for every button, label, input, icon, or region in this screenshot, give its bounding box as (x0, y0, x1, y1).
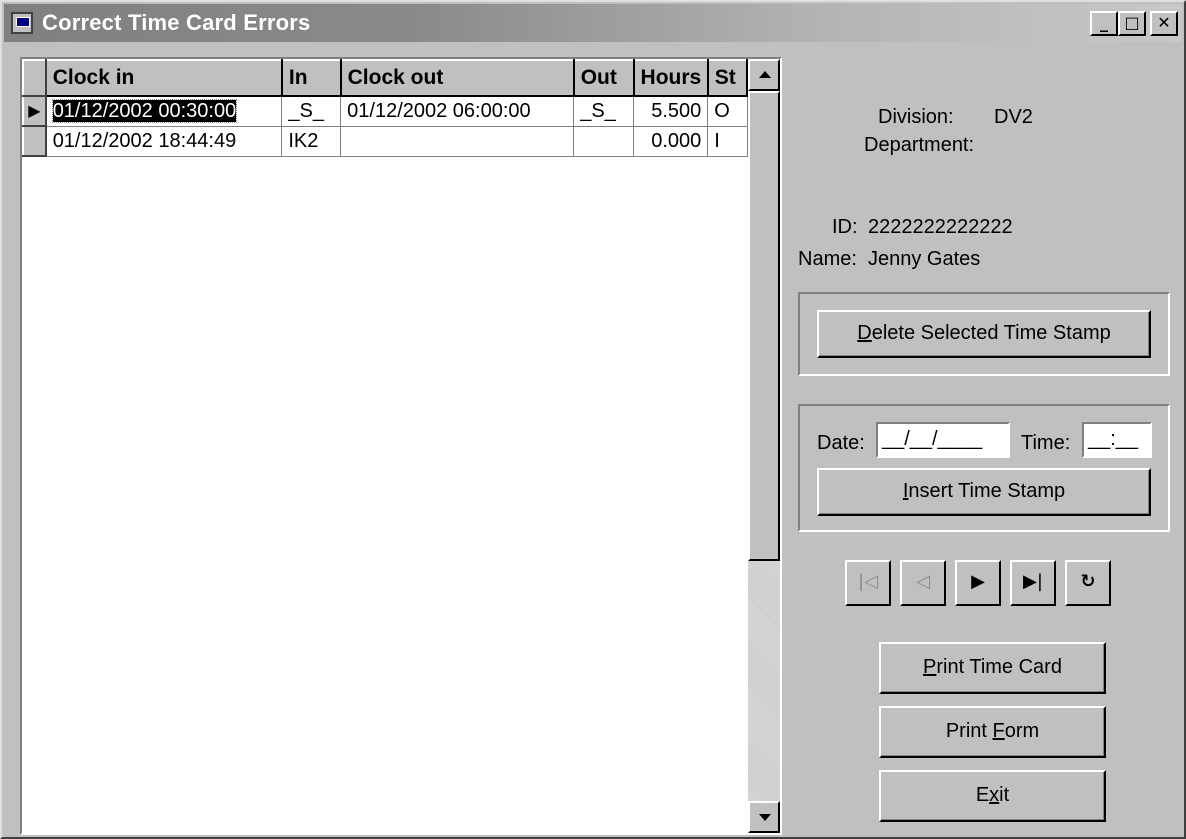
last-record-icon: ▶| (1023, 571, 1043, 592)
refresh-icon: ↻ (1080, 571, 1096, 592)
cell-out[interactable]: _S_ (573, 95, 635, 127)
title-bar[interactable]: Correct Time Card Errors _ □ ✕ (4, 4, 1182, 42)
row-indicator[interactable] (22, 125, 47, 157)
prior-record-icon: ◁ (916, 571, 930, 592)
delete-selected-time-stamp-button[interactable]: Delete Selected Time Stamp (817, 310, 1151, 358)
cell-clock-in[interactable]: 01/12/2002 18:44:49 (45, 125, 283, 157)
arrow-up-icon (759, 71, 771, 78)
exit-button[interactable]: Exit (879, 770, 1106, 822)
scroll-down-button[interactable] (748, 801, 780, 833)
column-header-out[interactable]: Out (572, 59, 635, 97)
vertical-scrollbar[interactable] (748, 59, 780, 833)
navigator-refresh-button[interactable]: ↻ (1065, 560, 1111, 606)
cell-hours[interactable]: 5.500 (633, 95, 709, 127)
selected-cell-text: 01/12/2002 00:30:00 (51, 98, 238, 123)
name-label: Name: (798, 248, 857, 270)
date-label: Date: (817, 432, 865, 454)
column-header-in[interactable]: In (280, 59, 342, 97)
name-value: Jenny Gates (868, 248, 981, 270)
department-label: Department: (864, 134, 975, 156)
id-label: ID: (832, 216, 858, 238)
time-stamp-table: Clock in In Clock out Out Hours St ▶ 01/… (22, 59, 749, 157)
column-header-st[interactable]: St (706, 59, 749, 97)
cell-clock-in[interactable]: 01/12/2002 00:30:00 (45, 95, 283, 127)
cell-hours[interactable]: 0.000 (633, 125, 709, 157)
insert-time-stamp-button[interactable]: Insert Time Stamp (817, 468, 1151, 516)
minimize-button[interactable]: _ (1090, 11, 1118, 36)
close-icon: ✕ (1157, 13, 1171, 32)
table-row[interactable]: 01/12/2002 18:44:49 IK2 0.000 I (22, 125, 748, 157)
print-time-card-label: Print Time Card (923, 656, 1062, 678)
division-label: Division: (878, 106, 954, 128)
print-time-card-button[interactable]: Print Time Card (879, 642, 1106, 694)
next-record-icon: ▶ (971, 571, 985, 592)
column-header-clock-in[interactable]: Clock in (44, 59, 283, 97)
first-record-icon: |◁ (858, 571, 878, 592)
correct-time-card-errors-window: Correct Time Card Errors _ □ ✕ Clock in … (0, 0, 1186, 839)
cell-st[interactable]: I (707, 125, 748, 157)
insert-button-label: Insert Time Stamp (902, 480, 1066, 502)
print-form-button[interactable]: Print Form (879, 706, 1106, 758)
print-form-label: Print Form (945, 720, 1040, 742)
time-input[interactable]: __:__ (1082, 422, 1152, 458)
column-header-hours[interactable]: Hours (632, 59, 709, 97)
grid-header-row: Clock in In Clock out Out Hours St (22, 59, 749, 97)
delete-button-label: Delete Selected Time Stamp (857, 322, 1111, 344)
cell-out[interactable] (573, 125, 635, 157)
grid-corner-cell (22, 59, 47, 97)
maximize-icon: □ (1124, 13, 1140, 32)
row-indicator-icon[interactable]: ▶ (22, 95, 47, 127)
table-row[interactable]: ▶ 01/12/2002 00:30:00 _S_ 01/12/2002 06:… (22, 95, 748, 127)
id-value: 2222222222222 (868, 216, 1013, 238)
close-button[interactable]: ✕ (1150, 11, 1178, 36)
cell-in[interactable]: _S_ (281, 95, 342, 127)
navigator-last-button[interactable]: ▶| (1010, 560, 1056, 606)
division-value: DV2 (994, 106, 1033, 128)
date-input[interactable]: __/__/____ (876, 422, 1010, 458)
navigator-prior-button[interactable]: ◁ (900, 560, 946, 606)
cell-st[interactable]: O (707, 95, 748, 127)
arrow-down-icon (759, 814, 771, 821)
navigator-first-button[interactable]: |◁ (845, 560, 891, 606)
time-label: Time: (1021, 432, 1071, 454)
scroll-up-button[interactable] (748, 59, 780, 91)
minimize-icon: _ (1100, 13, 1108, 32)
exit-label: Exit (975, 784, 1010, 806)
app-window-icon[interactable] (11, 12, 33, 34)
cell-clock-out[interactable] (340, 125, 575, 157)
cell-clock-out[interactable]: 01/12/2002 06:00:00 (340, 95, 575, 127)
scroll-thumb[interactable] (748, 91, 780, 561)
time-stamp-grid[interactable]: Clock in In Clock out Out Hours St ▶ 01/… (20, 57, 782, 835)
maximize-button[interactable]: □ (1118, 11, 1146, 36)
window-title: Correct Time Card Errors (42, 10, 311, 35)
navigator-next-button[interactable]: ▶ (955, 560, 1001, 606)
column-header-clock-out[interactable]: Clock out (339, 59, 575, 97)
cell-in[interactable]: IK2 (281, 125, 342, 157)
